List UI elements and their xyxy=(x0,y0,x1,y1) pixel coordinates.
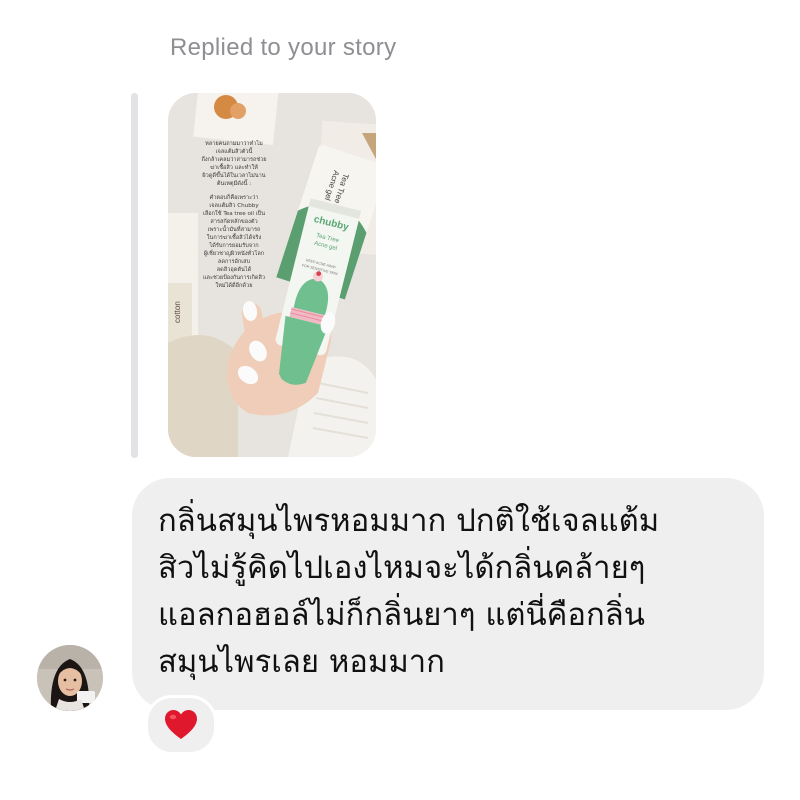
caption-line: ลดการอักเสบ xyxy=(218,258,251,265)
caption-line: ต้นเหตุมีดังนี้ : xyxy=(217,179,251,187)
replied-to-story-label: Replied to your story xyxy=(170,34,397,61)
caption-line: เพราะน้ำมันที่สามารถ xyxy=(208,225,261,233)
avatar-image xyxy=(37,645,103,711)
caption-line: และช่วยป้องกันการเกิดสิว xyxy=(203,274,265,281)
caption-line: เลือกใช้ Tea tree oil เป็น xyxy=(203,209,265,217)
heart-icon xyxy=(165,710,197,739)
dm-thread: Replied to your story Tea Tree Acne gel … xyxy=(0,0,800,800)
caption-line: ใหม่ได้ดีอีกด้วย xyxy=(216,282,253,289)
caption-line: ผู้เชี่ยวชาญผิวหนังทั่วโลก xyxy=(204,249,264,257)
message-bubble[interactable]: กลิ่นสมุนไพรหอมมาก ปกติใช้เจลแต้ม สิวไม่… xyxy=(132,478,764,710)
side-label: cotton xyxy=(173,301,182,323)
avatar[interactable] xyxy=(37,645,103,711)
story-image: Tea Tree Acne gel chubby cotton หลายคนถา… xyxy=(168,93,376,457)
caption-line: คำตอบก็คือเพราะว่า xyxy=(210,193,259,201)
story-thumbnail[interactable]: Tea Tree Acne gel chubby cotton หลายคนถา… xyxy=(168,93,376,457)
caption-line: ผิวดูดีขึ้นได้ในเวลาไม่นาน xyxy=(202,171,266,179)
caption-line: ลดสิวอุดตันได้ xyxy=(217,266,252,273)
caption-line: หลายคนถามมาว่าทำไม xyxy=(205,140,263,147)
message-text: กลิ่นสมุนไพรหอมมาก ปกติใช้เจลแต้ม สิวไม่… xyxy=(158,503,660,680)
caption-line: เจลแต้มสิว Chubby xyxy=(209,202,259,209)
caption-line: ในการฆ่าเชื้อสิวได้จริง xyxy=(207,233,262,241)
caption-line: สารสกัดหลักของตัว xyxy=(210,218,257,225)
reaction-chip[interactable] xyxy=(145,695,217,755)
caption-line: ได้รับการยอมรับจาก xyxy=(208,242,258,249)
reply-quote-bar xyxy=(131,93,138,458)
caption-line: เจลแต้มสิวตัวนี้ xyxy=(216,147,253,155)
caption-line: ฆ่าเชื้อสิว และทำให้ xyxy=(210,163,258,171)
caption-line: ถึงกล้าเคลมว่าสามารถช่วย xyxy=(201,156,267,163)
